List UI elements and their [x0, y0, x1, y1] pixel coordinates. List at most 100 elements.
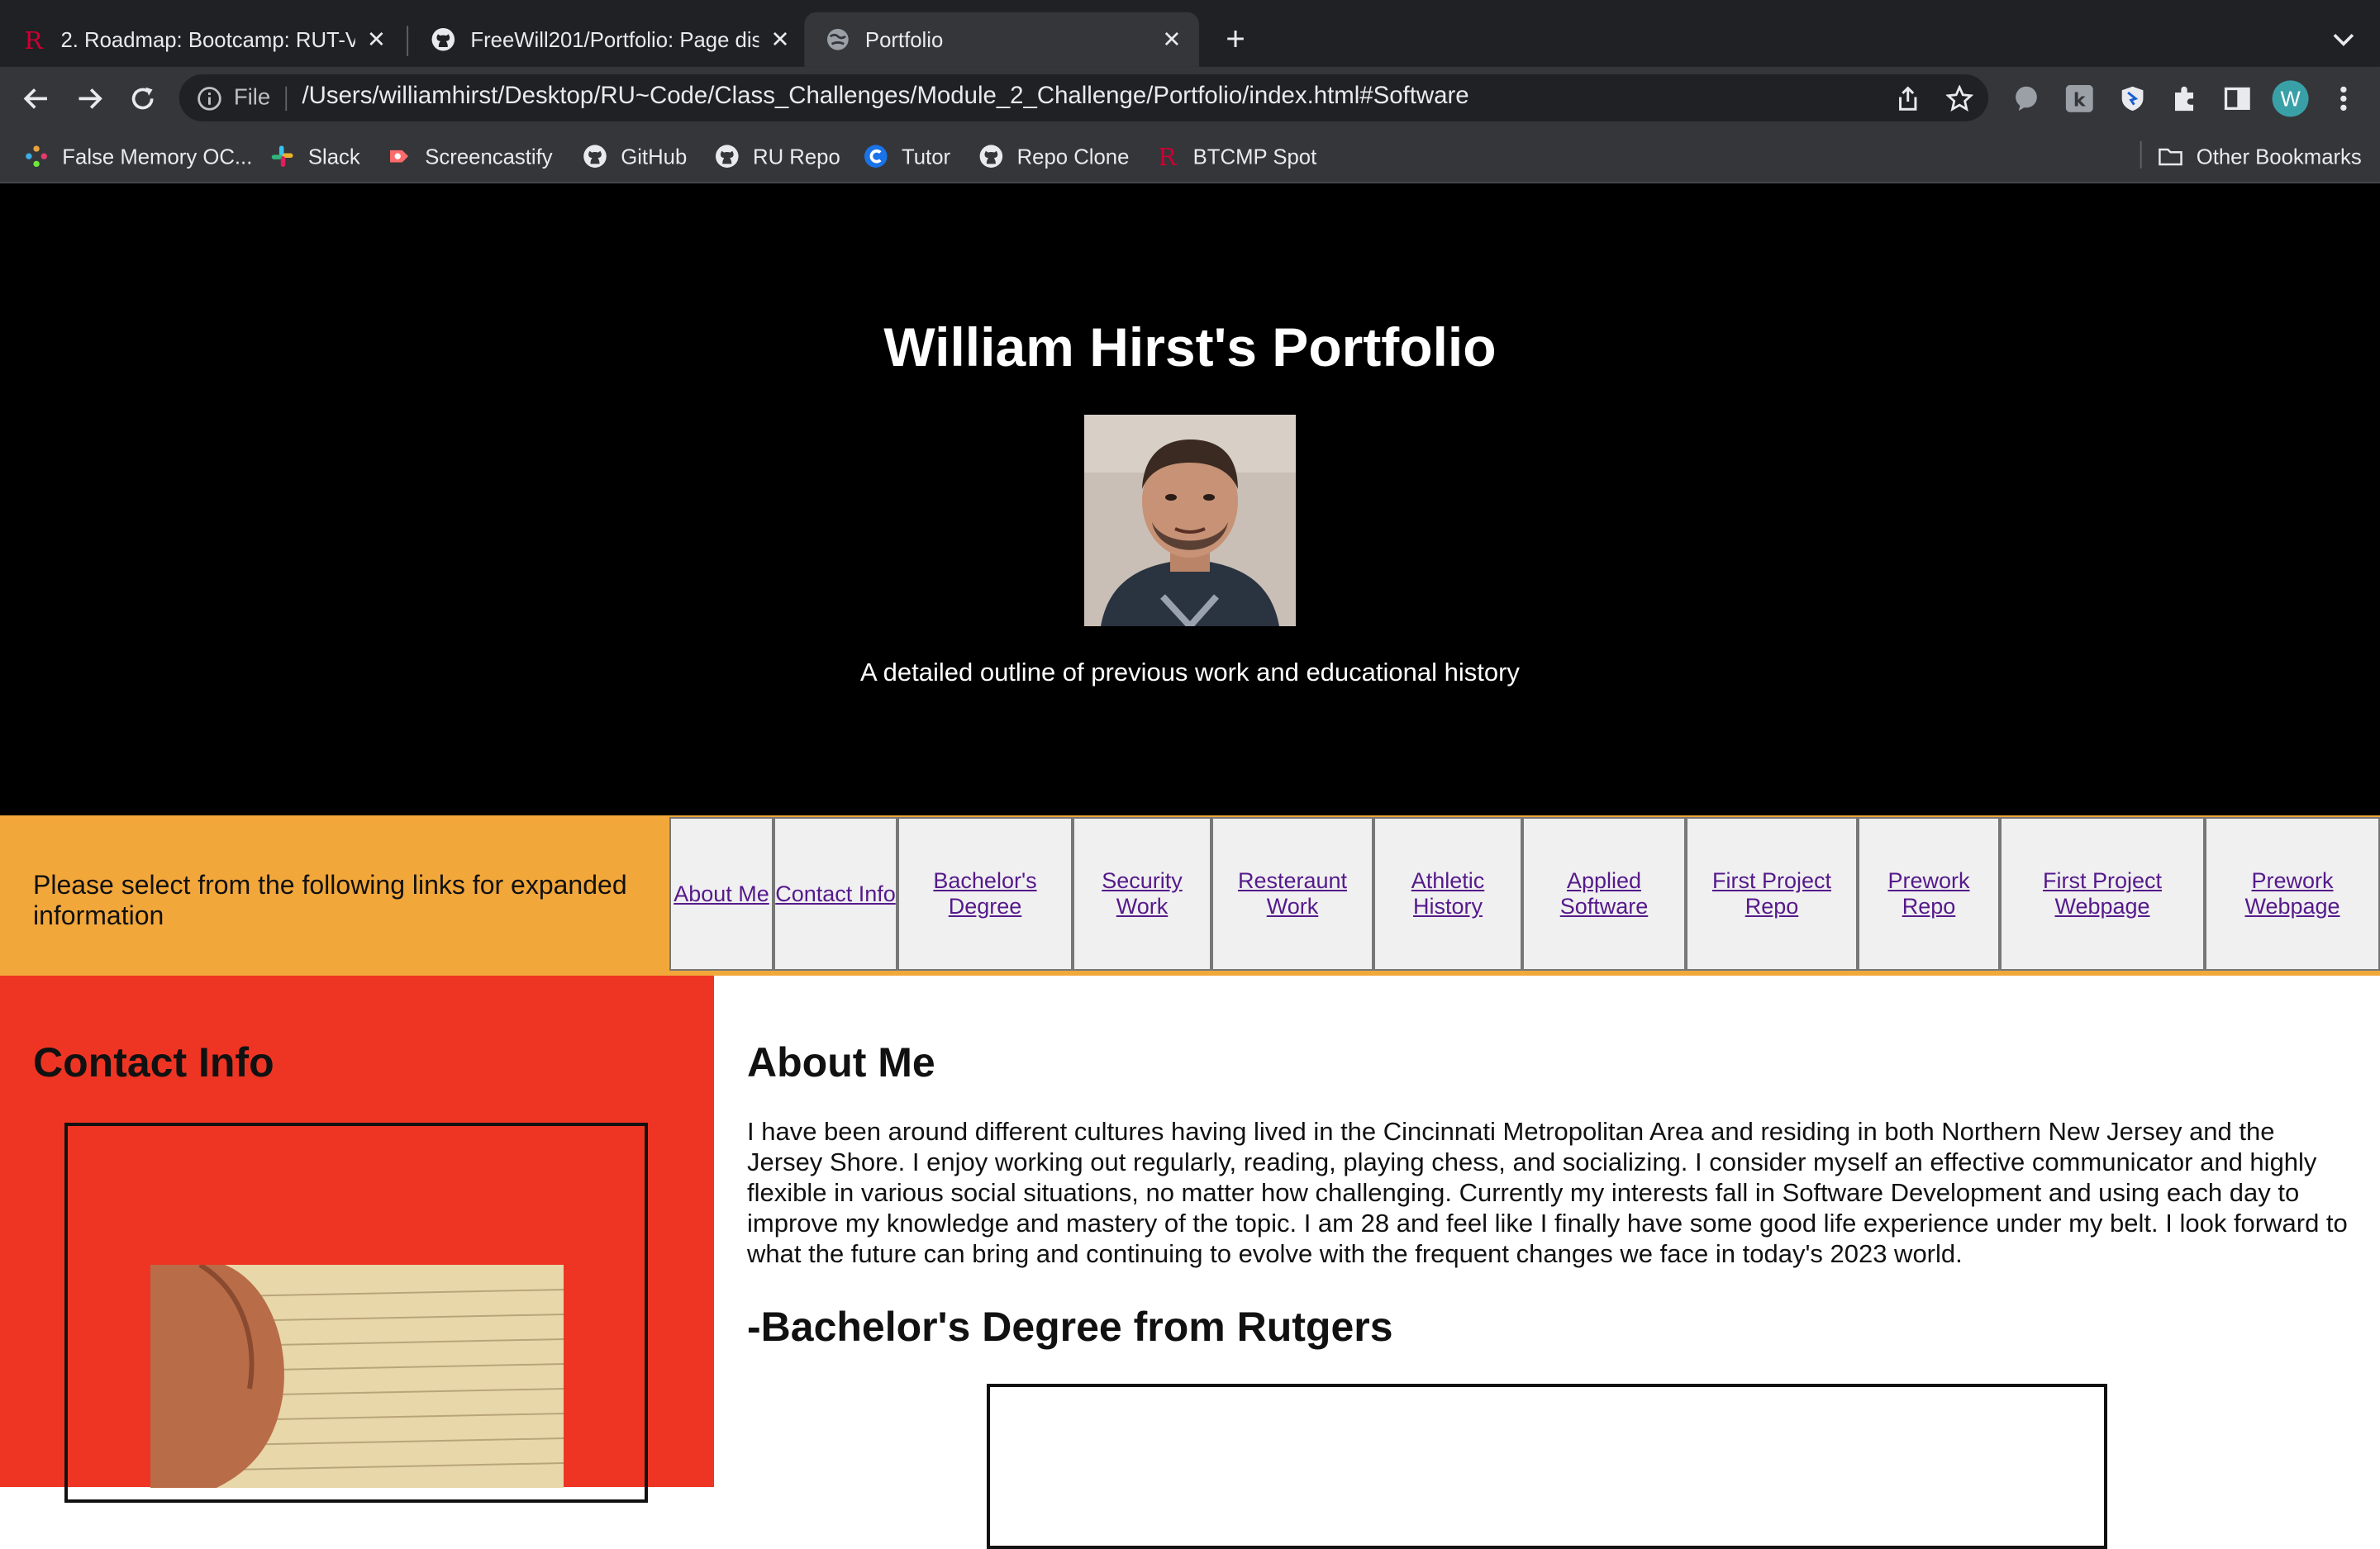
bookmark-label: Repo Clone [1016, 144, 1130, 169]
svg-text:R: R [1158, 144, 1177, 168]
nav-link-athletic-history[interactable]: Athletic History [1373, 817, 1522, 971]
nav-link-resteraunt-work[interactable]: Resteraunt Work [1211, 817, 1373, 971]
about-heading: About Me [747, 1039, 935, 1086]
forward-button[interactable] [71, 80, 107, 116]
contact-image [150, 1265, 564, 1488]
reload-icon [131, 87, 154, 110]
chevron-down-icon[interactable] [2328, 21, 2359, 58]
bookmark-false-memory[interactable]: False Memory OC... [24, 141, 252, 172]
page-title: William Hirst's Portfolio [883, 316, 1497, 378]
arrow-right-icon [79, 88, 102, 109]
scheme-label: File [233, 84, 271, 112]
contact-heading: Contact Info [33, 1039, 274, 1086]
degree-card [987, 1384, 2107, 1549]
toolbar: File /Users/williamhirst/Desktop/RU~Code… [0, 66, 2380, 131]
url-text[interactable]: /Users/williamhirst/Desktop/RU~Code/Clas… [302, 83, 1469, 111]
section-nav: Please select from the following links f… [0, 815, 2380, 976]
close-icon[interactable]: ✕ [1159, 26, 1183, 53]
nav-link-label[interactable]: Athletic History [1375, 868, 1521, 919]
bookmark-repo-clone[interactable]: Repo Clone [979, 141, 1130, 172]
bookmark-ru-repo[interactable]: RU Repo [715, 141, 840, 172]
portfolio-page: William Hirst's Portfolio A detailed out… [0, 183, 2380, 1549]
bookmark-label: Screencastify [425, 144, 553, 169]
puzzle-icon[interactable] [2169, 83, 2200, 114]
nav-link-label[interactable]: Applied Software [1524, 868, 1684, 919]
bookmark-btcmp-spot[interactable]: R BTCMP Spot [1155, 141, 1316, 172]
bookmark-label: Other Bookmarks [2196, 144, 2362, 169]
nav-link-label[interactable]: First Project Webpage [2002, 868, 2203, 919]
github-icon [715, 144, 739, 168]
tab-roadmap[interactable]: R 2. Roadmap: Bootcamp: RUT-V ✕ [0, 12, 404, 67]
screencastify-icon [387, 144, 411, 168]
star-icon[interactable] [1945, 84, 1973, 112]
nav-link-label[interactable]: Bachelor's Degree [899, 868, 1071, 919]
bookmark-label: BTCMP Spot [1192, 144, 1317, 169]
contact-sidebar: Contact Info [0, 976, 714, 1503]
reload-button[interactable] [125, 80, 161, 116]
nav-link-label[interactable]: Prework Repo [1859, 868, 1998, 919]
tab-portfolio[interactable]: Portfolio ✕ [804, 12, 1199, 67]
bookmark-tutor[interactable]: Tutor [864, 141, 950, 172]
folder-icon [2159, 144, 2182, 168]
close-icon[interactable]: ✕ [364, 26, 388, 53]
info-icon[interactable] [198, 87, 221, 111]
close-icon[interactable]: ✕ [768, 26, 792, 53]
globe-icon [826, 27, 850, 51]
bookmark-label: RU Repo [753, 144, 840, 169]
hero-header: William Hirst's Portfolio A detailed out… [0, 183, 2380, 815]
speech-bubble-icon[interactable] [2011, 83, 2042, 114]
bookmark-label: Tutor [901, 144, 951, 169]
bookmark-other[interactable]: Other Bookmarks [2159, 141, 2362, 172]
page-subtitle: A detailed outline of previous work and … [860, 658, 1520, 687]
avatar[interactable]: W [2272, 80, 2309, 117]
nav-link-bachelors-degree[interactable]: Bachelor's Degree [897, 817, 1073, 971]
bookmark-label: False Memory OC... [62, 144, 253, 169]
k-extension-icon[interactable]: k [2064, 83, 2095, 114]
nav-link-applied-software[interactable]: Applied Software [1522, 817, 1686, 971]
tab-title: FreeWill201/Portfolio: Page disp [470, 27, 759, 52]
tab-strip: R 2. Roadmap: Bootcamp: RUT-V ✕ FreeWill… [0, 0, 2380, 67]
share-icon[interactable] [1894, 85, 1921, 112]
bookmark-screencastify[interactable]: Screencastify [387, 141, 553, 172]
side-panel-icon[interactable] [2222, 83, 2253, 114]
tab-github-portfolio[interactable]: FreeWill201/Portfolio: Page disp ✕ [410, 12, 807, 67]
nav-link-label[interactable]: Resteraunt Work [1213, 868, 1372, 919]
divider [285, 86, 288, 112]
svg-text:R: R [24, 27, 43, 51]
nav-link-label[interactable]: Prework Webpage [2206, 868, 2378, 919]
tab-title: Portfolio [864, 27, 944, 52]
nav-link-label[interactable]: First Project Repo [1687, 868, 1856, 919]
nav-link-prework-repo[interactable]: Prework Repo [1858, 817, 2000, 971]
about-text: I have been around different cultures ha… [747, 1117, 2348, 1268]
nav-link-security-work[interactable]: Security Work [1073, 817, 1211, 971]
nav-link-prework-webpage[interactable]: Prework Webpage [2205, 817, 2380, 971]
browser-chrome: R 2. Roadmap: Bootcamp: RUT-V ✕ FreeWill… [0, 0, 2380, 184]
main-content: About Me I have been around different cu… [714, 976, 2380, 1549]
address-bar[interactable]: File /Users/williamhirst/Desktop/RU~Code… [178, 74, 1989, 121]
nav-link-first-project-repo[interactable]: First Project Repo [1686, 817, 1858, 971]
shield-icon[interactable] [2117, 83, 2148, 114]
nav-link-label[interactable]: Security Work [1074, 868, 1210, 919]
nav-link-contact-info[interactable]: Contact Info [774, 817, 897, 971]
arrow-left-icon [23, 88, 47, 109]
bookmark-github[interactable]: GitHub [583, 141, 687, 172]
bookmark-slack[interactable]: Slack [270, 141, 360, 172]
github-icon [583, 144, 607, 168]
github-icon [979, 144, 1003, 168]
back-button[interactable] [18, 80, 55, 116]
nav-links: About Me Contact Info Bachelor's Degree … [669, 817, 2380, 974]
github-icon [431, 27, 455, 51]
new-tab-button[interactable]: + [1217, 21, 1254, 58]
bookmarks-bar: False Memory OC... Slack Screencastify G… [0, 130, 2380, 184]
colorful-dots-icon [24, 144, 48, 168]
bookmark-label: GitHub [621, 144, 688, 169]
bookmark-label: Slack [307, 144, 360, 169]
nav-link-first-project-webpage[interactable]: First Project Webpage [2000, 817, 2205, 971]
tab-separator [407, 26, 409, 56]
more-vert-icon[interactable] [2328, 83, 2359, 114]
svg-text:k: k [2073, 91, 2087, 112]
nav-link-label[interactable]: About Me [674, 881, 769, 907]
tab-title: 2. Roadmap: Bootcamp: RUT-V [60, 27, 355, 52]
nav-link-about-me[interactable]: About Me [669, 817, 774, 971]
nav-link-label[interactable]: Contact Info [775, 881, 896, 907]
